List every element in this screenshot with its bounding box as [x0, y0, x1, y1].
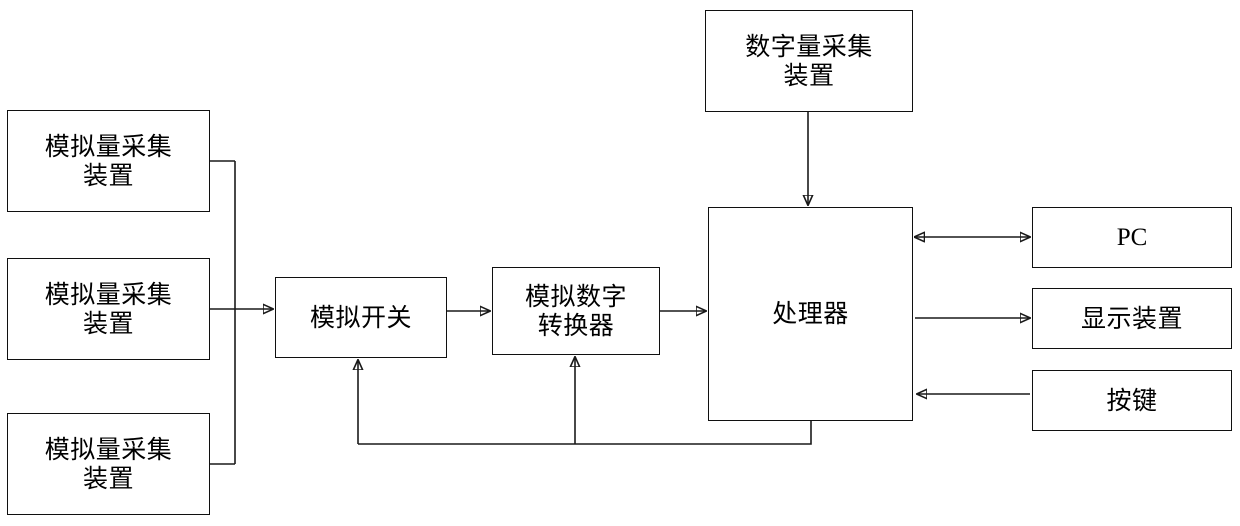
node-analog-acq-2[interactable]: 模拟量采集 装置: [7, 258, 210, 360]
diagram-canvas: 模拟量采集 装置 模拟量采集 装置 模拟量采集 装置 数字量采集 装置 模拟开关…: [0, 0, 1240, 526]
node-adc[interactable]: 模拟数字 转换器: [492, 267, 660, 355]
node-analog-acq-2-label: 模拟量采集 装置: [44, 279, 173, 339]
node-keys[interactable]: 按键: [1032, 370, 1232, 431]
node-analog-acq-1-label: 模拟量采集 装置: [44, 131, 173, 191]
node-pc-label: PC: [1116, 223, 1148, 251]
node-analog-acq-1[interactable]: 模拟量采集 装置: [7, 110, 210, 212]
node-processor-label: 处理器: [772, 299, 849, 329]
node-pc[interactable]: PC: [1032, 207, 1232, 268]
node-analog-acq-3-label: 模拟量采集 装置: [44, 434, 173, 494]
node-digital-acq[interactable]: 数字量采集 装置: [705, 10, 913, 112]
node-keys-label: 按键: [1106, 385, 1158, 415]
node-display[interactable]: 显示装置: [1032, 288, 1232, 349]
node-digital-acq-label: 数字量采集 装置: [745, 31, 873, 91]
node-analog-switch-label: 模拟开关: [309, 302, 412, 332]
node-display-label: 显示装置: [1080, 303, 1183, 333]
node-analog-switch[interactable]: 模拟开关: [275, 277, 447, 358]
node-adc-label: 模拟数字 转换器: [524, 281, 627, 341]
processor-feedback-bus: [358, 421, 812, 445]
node-analog-acq-3[interactable]: 模拟量采集 装置: [7, 413, 210, 515]
node-processor[interactable]: 处理器: [708, 207, 913, 421]
